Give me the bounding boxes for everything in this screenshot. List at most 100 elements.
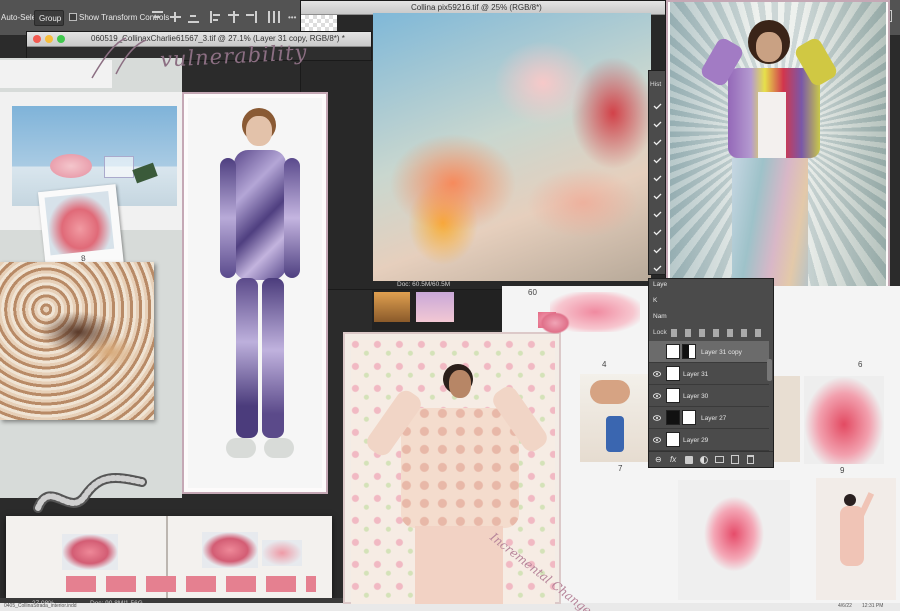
history-check-icon[interactable] [653, 157, 662, 164]
layers-tab-label[interactable]: Laye [653, 281, 667, 288]
minimize-button[interactable] [45, 35, 53, 43]
new-layer-icon[interactable] [731, 455, 739, 464]
layer-row[interactable]: Layer 27 [649, 407, 769, 429]
history-check-icon[interactable] [653, 103, 662, 110]
script-flourish-icon [91, 37, 147, 79]
history-check-icon[interactable] [653, 247, 662, 254]
leaves [132, 162, 158, 184]
group-dropdown[interactable]: Group [34, 10, 64, 26]
hand-strip-photo [774, 376, 800, 462]
blue-torch [606, 416, 624, 452]
history-check-icon[interactable] [653, 265, 662, 272]
layers-name-label: Nam [653, 313, 667, 320]
indesign-footer: 0405_CollinaStrada_interior.indd 4/6/22 … [0, 603, 900, 611]
visibility-eye-icon[interactable] [653, 393, 661, 399]
history-check-icon[interactable] [653, 121, 662, 128]
right-sneaker [264, 438, 294, 458]
model-face [246, 116, 272, 146]
mask-icon[interactable] [685, 456, 693, 464]
layer-name: Layer 29 [683, 437, 709, 444]
floral-top [401, 408, 519, 528]
layer-name: Layer 27 [701, 415, 727, 422]
back-window-title: Collina pix59216.tif @ 25% (RGB/8*) [411, 3, 542, 12]
close-button[interactable] [33, 35, 41, 43]
open-book [6, 516, 332, 598]
history-panel: Hist [648, 70, 666, 275]
page-number-7: 7 [618, 464, 623, 473]
face [756, 32, 782, 62]
align-vcenter-icon[interactable] [170, 11, 181, 23]
trash-icon[interactable] [747, 455, 754, 464]
history-check-icon[interactable] [653, 139, 662, 146]
layer-name: Layer 31 copy [701, 349, 742, 356]
align-top-icon[interactable] [152, 11, 163, 23]
adjustment-icon[interactable] [700, 456, 708, 464]
align-left-icon[interactable] [210, 11, 221, 23]
align-hcenter-icon[interactable] [228, 11, 239, 23]
thumb-amber [374, 292, 410, 322]
layer-mask-thumbnail[interactable] [682, 344, 696, 359]
indesign-file-name: 0405_CollinaStrada_interior.indd [4, 603, 77, 609]
show-transform-checkbox[interactable] [69, 13, 77, 21]
link-icon[interactable]: ⊖ [655, 455, 662, 464]
white-tee [758, 92, 786, 162]
book-small-photo [262, 540, 302, 566]
layer-name: Layer 30 [683, 393, 709, 400]
fx-icon[interactable]: fx [670, 455, 676, 464]
history-check-icon[interactable] [653, 193, 662, 200]
layer-row[interactable]: Layer 31 [649, 363, 769, 385]
pink-rose [50, 154, 92, 178]
photoshop-workspace: Auto-Select: Group Show Transform Contro… [0, 0, 900, 611]
page-number-6: 6 [858, 360, 863, 369]
history-tab-label[interactable]: Hist [650, 81, 661, 88]
layers-search-label[interactable]: K [653, 297, 657, 304]
layer-row[interactable]: Layer 31 copy [649, 341, 769, 363]
hands-photo [580, 374, 650, 462]
layer-thumbnail[interactable] [666, 344, 680, 359]
layers-scrollbar[interactable] [767, 359, 772, 381]
pink-bow-ribbon [540, 312, 570, 334]
layer-list: Layer 31 copy Layer 31 Layer 30 Layer 27 Lay… [649, 341, 769, 451]
layer-thumbnail[interactable] [666, 410, 680, 425]
back-doc-status: Doc: 60.5M/60.5M [397, 281, 451, 288]
layer-mask-thumbnail[interactable] [682, 410, 696, 425]
gray-strip [372, 290, 502, 330]
history-check-icon[interactable] [653, 211, 662, 218]
polaroid-8: 8 [37, 184, 125, 274]
thumb-pink [416, 292, 454, 322]
book-thumbnail-row [66, 576, 316, 592]
lock-icons[interactable] [671, 329, 767, 337]
align-right-icon[interactable] [246, 11, 257, 23]
align-bottom-icon[interactable] [188, 11, 199, 23]
page-number-4: 4 [602, 360, 607, 369]
bodysuit-photo [188, 98, 322, 488]
layer-thumbnail[interactable] [666, 366, 680, 381]
hand [590, 380, 630, 404]
history-check-icon[interactable] [653, 229, 662, 236]
zoom-button[interactable] [57, 35, 65, 43]
visibility-eye-icon[interactable] [653, 415, 661, 421]
right-leg [262, 278, 284, 438]
left-arm [220, 158, 236, 278]
layer-name: Layer 31 [683, 371, 709, 378]
visibility-eye-icon[interactable] [653, 437, 661, 443]
blurred-flower-photo [373, 13, 651, 281]
book-rose-photo-right [202, 532, 258, 568]
layer-thumbnail[interactable] [666, 432, 680, 447]
distribute-icon[interactable] [268, 11, 280, 23]
pink-sculpture-hands [678, 480, 790, 600]
left-sneaker [226, 438, 256, 458]
more-options-icon[interactable]: ••• [288, 13, 296, 22]
layer-row[interactable]: Layer 30 [649, 385, 769, 407]
bodysuit-photo-frame [182, 92, 328, 494]
front-window-titlebar[interactable]: 060519_CollinaxCharlie61567_3.tif @ 27.1… [27, 32, 371, 47]
spread-number: 60 [528, 288, 537, 297]
visibility-eye-icon[interactable] [653, 371, 661, 377]
layer-thumbnail[interactable] [666, 388, 680, 403]
history-check-icon[interactable] [653, 175, 662, 182]
group-icon[interactable] [715, 456, 724, 463]
layers-panel: Laye K Nam Lock Layer 31 copy Layer 31 Lay… [648, 278, 774, 468]
layer-row[interactable]: Layer 29 [649, 429, 769, 451]
shells-photo [0, 262, 154, 420]
pink-glass-sculpture [804, 376, 884, 464]
